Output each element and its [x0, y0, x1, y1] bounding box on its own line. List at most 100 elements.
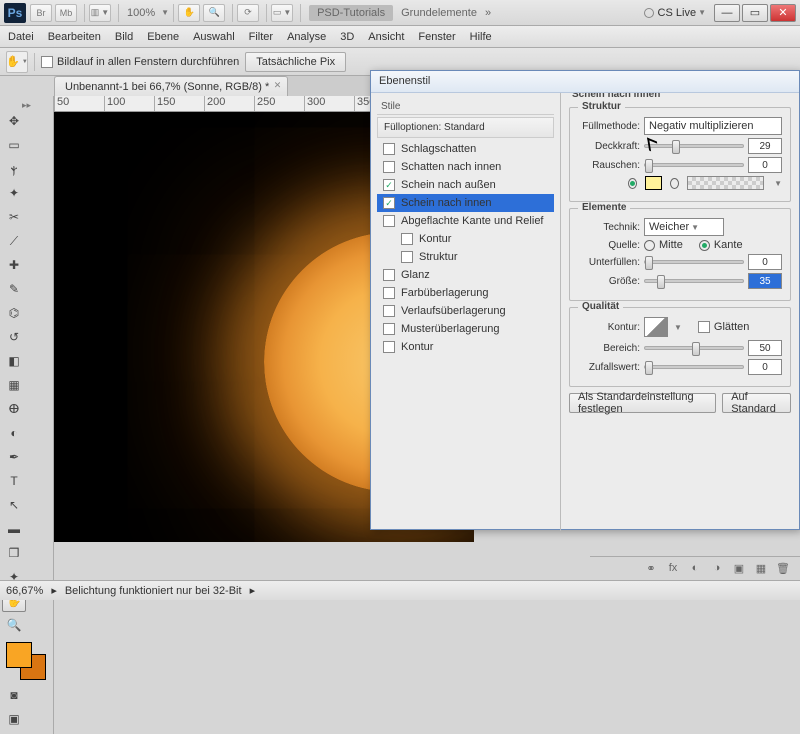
- menu-ansicht[interactable]: Ansicht: [368, 31, 404, 43]
- workspace-other[interactable]: Grundelemente: [401, 7, 477, 19]
- glow-gradient-swatch[interactable]: [687, 176, 764, 190]
- blend-mode-combo[interactable]: Negativ multiplizieren: [644, 117, 782, 135]
- jitter-value[interactable]: 0: [748, 359, 782, 375]
- minibridge-icon[interactable]: Mb: [55, 4, 77, 22]
- effect-checkbox[interactable]: [383, 143, 395, 155]
- link-icon[interactable]: ⚭: [644, 562, 658, 576]
- document-tab[interactable]: Unbenannt-1 bei 66,7% (Sonne, RGB/8) *✕: [54, 76, 288, 96]
- zoom-view-icon[interactable]: 🔍: [203, 4, 225, 22]
- type-tool-icon[interactable]: T: [2, 470, 26, 492]
- mask-icon[interactable]: ◐: [688, 562, 702, 576]
- color-radio[interactable]: [628, 178, 637, 189]
- history-brush-tool-icon[interactable]: ↺: [2, 326, 26, 348]
- cslive-button[interactable]: CS Live▼: [644, 7, 706, 19]
- rotate-view-icon[interactable]: ⟳: [237, 4, 259, 22]
- effect-checkbox[interactable]: [383, 323, 395, 335]
- effect-checkbox[interactable]: [401, 233, 413, 245]
- menu-analyse[interactable]: Analyse: [287, 31, 326, 43]
- arrange-icon[interactable]: ▥▼: [89, 4, 111, 22]
- zoom-tool-icon[interactable]: 🔍: [2, 614, 26, 636]
- jitter-slider[interactable]: [644, 365, 744, 369]
- color-swatches[interactable]: [2, 642, 51, 682]
- marquee-tool-icon[interactable]: ▭: [2, 134, 26, 156]
- size-slider[interactable]: [644, 279, 744, 283]
- effect-item[interactable]: Verlaufsüberlagerung: [377, 302, 554, 320]
- menu-bild[interactable]: Bild: [115, 31, 133, 43]
- effect-checkbox[interactable]: [383, 161, 395, 173]
- actual-pixels-button[interactable]: Tatsächliche Pix: [245, 52, 346, 72]
- effect-checkbox[interactable]: ✓: [383, 179, 395, 191]
- effect-checkbox[interactable]: ✓: [383, 197, 395, 209]
- zoom-level[interactable]: 100%: [127, 7, 155, 19]
- close-button[interactable]: ✕: [770, 4, 796, 22]
- make-default-button[interactable]: Als Standardeinstellung festlegen: [569, 393, 716, 413]
- trash-icon[interactable]: 🗑: [776, 562, 790, 576]
- hand-view-icon[interactable]: ✋: [178, 4, 200, 22]
- contour-swatch[interactable]: [644, 317, 668, 337]
- path-tool-icon[interactable]: ↖: [2, 494, 26, 516]
- blur-tool-icon[interactable]: ⴲ: [2, 398, 26, 420]
- hand-tool-icon[interactable]: ✋▼: [6, 51, 28, 73]
- 3d-tool-icon[interactable]: ❒: [2, 542, 26, 564]
- pen-tool-icon[interactable]: ✒: [2, 446, 26, 468]
- effect-item[interactable]: Farbüberlagerung: [377, 284, 554, 302]
- menu-auswahl[interactable]: Auswahl: [193, 31, 235, 43]
- menu-ebene[interactable]: Ebene: [147, 31, 179, 43]
- folder-icon[interactable]: ▣: [732, 562, 746, 576]
- menu-filter[interactable]: Filter: [249, 31, 273, 43]
- effect-checkbox[interactable]: [383, 287, 395, 299]
- range-value[interactable]: 50: [748, 340, 782, 356]
- size-value[interactable]: 35: [748, 273, 782, 289]
- source-edge-radio[interactable]: [699, 240, 710, 251]
- opacity-value[interactable]: 29: [748, 138, 782, 154]
- stamp-tool-icon[interactable]: ⌬: [2, 302, 26, 324]
- adjust-icon[interactable]: ◑: [710, 562, 724, 576]
- heal-tool-icon[interactable]: ✚: [2, 254, 26, 276]
- choke-value[interactable]: 0: [748, 254, 782, 270]
- effect-checkbox[interactable]: [383, 305, 395, 317]
- quickmask-icon[interactable]: ◙: [2, 684, 26, 706]
- menu-bearbeiten[interactable]: Bearbeiten: [48, 31, 101, 43]
- effect-item[interactable]: Schatten nach innen: [377, 158, 554, 176]
- effect-item[interactable]: Abgeflachte Kante und Relief: [377, 212, 554, 230]
- effect-checkbox[interactable]: [383, 215, 395, 227]
- close-tab-icon[interactable]: ✕: [274, 80, 282, 91]
- effect-item[interactable]: Struktur: [377, 248, 554, 266]
- reset-default-button[interactable]: Auf Standard: [722, 393, 791, 413]
- workspace-more-icon[interactable]: »: [485, 7, 491, 19]
- workspace-active[interactable]: PSD-Tutorials: [309, 5, 393, 21]
- contour-drop-icon[interactable]: ▼: [674, 323, 682, 332]
- brush-tool-icon[interactable]: ✎: [2, 278, 26, 300]
- gradient-drop-icon[interactable]: ▼: [774, 179, 782, 188]
- wand-tool-icon[interactable]: ✦: [2, 182, 26, 204]
- effect-checkbox[interactable]: [401, 251, 413, 263]
- effect-item[interactable]: Schlagschatten: [377, 140, 554, 158]
- shape-tool-icon[interactable]: ▬: [2, 518, 26, 540]
- screenmode-tool-icon[interactable]: ▣: [2, 708, 26, 730]
- menu-datei[interactable]: Datei: [8, 31, 34, 43]
- effect-item[interactable]: ✓Schein nach außen: [377, 176, 554, 194]
- effect-item[interactable]: Kontur: [377, 338, 554, 356]
- lasso-tool-icon[interactable]: ⲯ: [2, 158, 26, 180]
- noise-slider[interactable]: [644, 163, 744, 167]
- effect-checkbox[interactable]: [383, 269, 395, 281]
- maximize-button[interactable]: ▭: [742, 4, 768, 22]
- effect-item[interactable]: Musterüberlagerung: [377, 320, 554, 338]
- effect-item[interactable]: ✓Schein nach innen: [377, 194, 554, 212]
- gradient-radio[interactable]: [670, 178, 679, 189]
- eraser-tool-icon[interactable]: ◧: [2, 350, 26, 372]
- range-slider[interactable]: [644, 346, 744, 350]
- fx-icon[interactable]: fx: [666, 562, 680, 576]
- technique-combo[interactable]: Weicher ▼: [644, 218, 724, 236]
- bridge-icon[interactable]: Br: [30, 4, 52, 22]
- choke-slider[interactable]: [644, 260, 744, 264]
- fg-swatch[interactable]: [6, 642, 32, 668]
- menu-hilfe[interactable]: Hilfe: [470, 31, 492, 43]
- effect-item[interactable]: Glanz: [377, 266, 554, 284]
- dodge-tool-icon[interactable]: ◐: [2, 422, 26, 444]
- menu-fenster[interactable]: Fenster: [418, 31, 455, 43]
- antialias-checkbox[interactable]: [698, 321, 710, 333]
- newlayer-icon[interactable]: ▦: [754, 562, 768, 576]
- source-center-radio[interactable]: [644, 240, 655, 251]
- gradient-tool-icon[interactable]: ▦: [2, 374, 26, 396]
